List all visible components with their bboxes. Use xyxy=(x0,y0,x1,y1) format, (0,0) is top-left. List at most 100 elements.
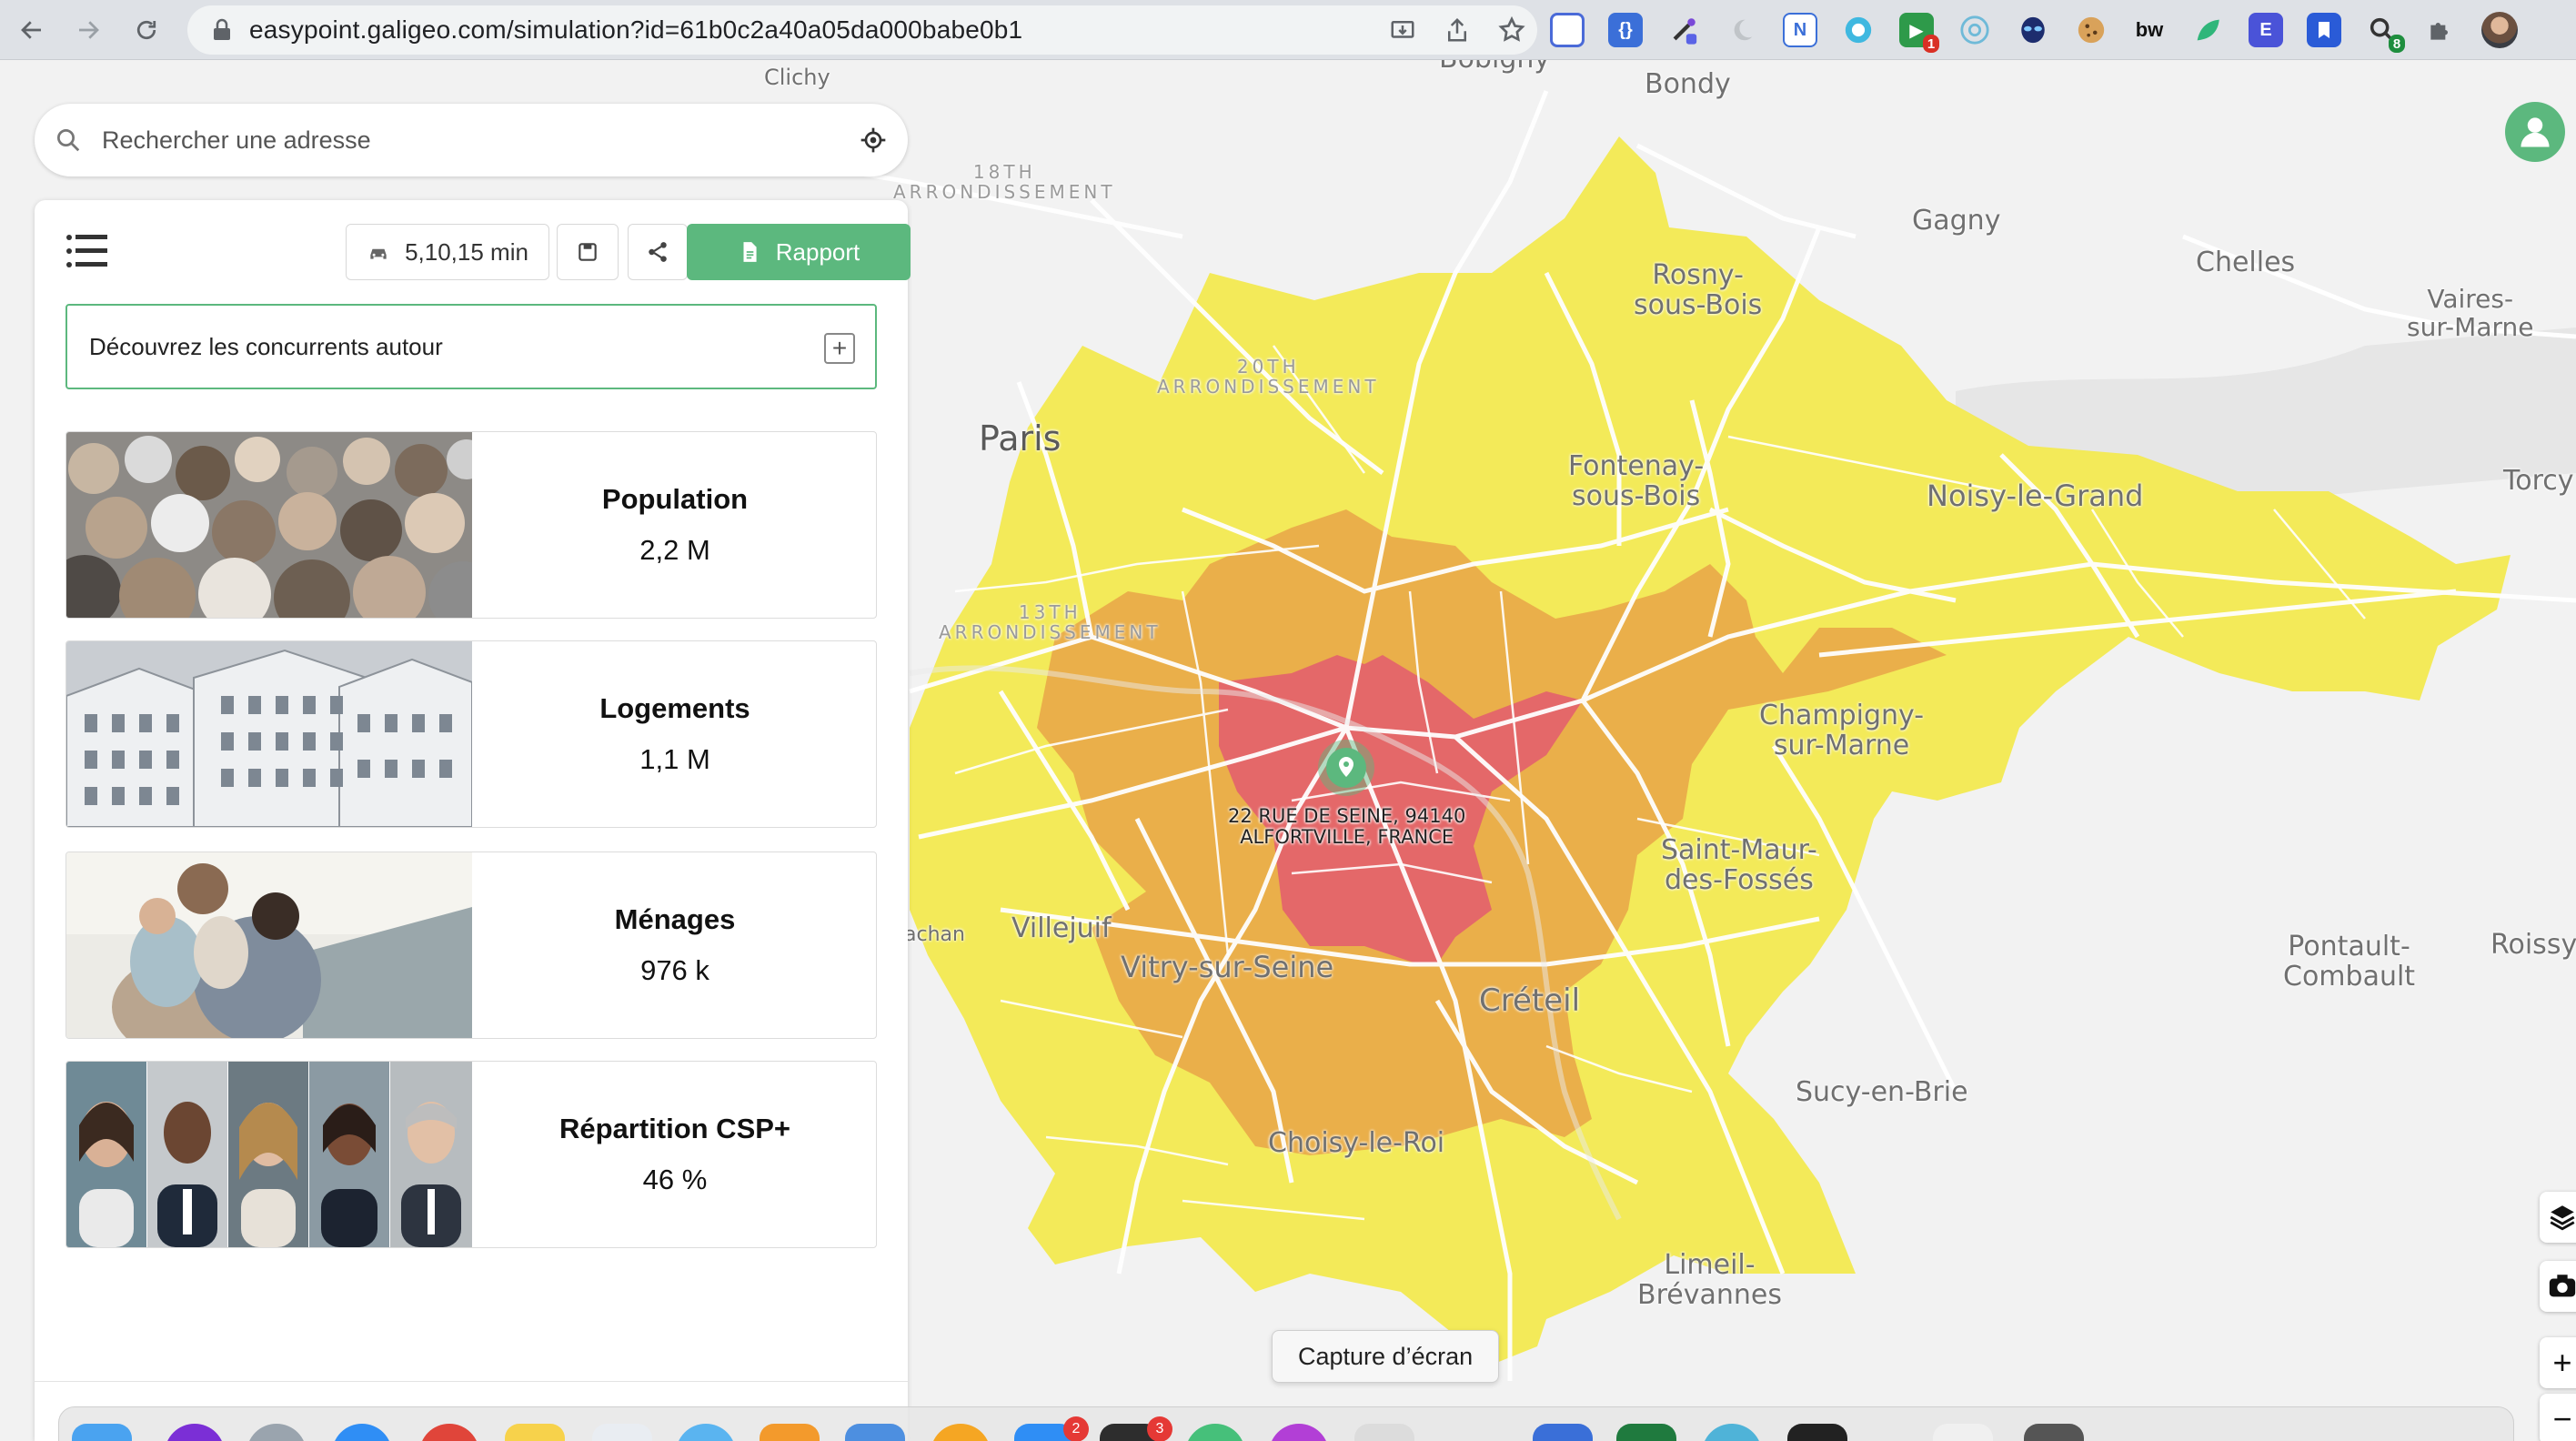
stat-card-csp[interactable]: Répartition CSP+ 46 % xyxy=(65,1061,877,1248)
search-icon xyxy=(57,129,80,152)
app-icon-gray[interactable] xyxy=(1354,1424,1414,1441)
arrow-right-icon xyxy=(79,21,99,39)
reload-button[interactable] xyxy=(126,9,167,51)
map-label-pontault: Pontault- Combault xyxy=(2283,931,2416,993)
share-button[interactable] xyxy=(628,224,688,280)
map-label-vaires: Vaires-sur-Marne xyxy=(2407,284,2534,342)
messages-icon[interactable] xyxy=(1185,1424,1245,1441)
map-label-choisy: Choisy-le-Roi xyxy=(1268,1127,1445,1159)
back-button[interactable] xyxy=(11,9,53,51)
moon-extension-icon[interactable] xyxy=(1725,13,1759,47)
sheets-extension-icon[interactable]: ▶ 1 xyxy=(1899,13,1939,53)
bookmark-star-icon[interactable] xyxy=(1497,15,1526,45)
map-address-label: 22 RUE DE SEINE, 94140 ALFORTVILLE, FRANC… xyxy=(1228,805,1466,849)
globe-extension-icon[interactable] xyxy=(1841,13,1876,47)
camera-icon xyxy=(2549,1275,2576,1297)
population-title: Population xyxy=(601,483,749,515)
notes-icon[interactable] xyxy=(505,1424,565,1441)
profile-avatar[interactable] xyxy=(2481,12,2518,48)
map-label-13th: 13TH ARRONDISSEMENT xyxy=(939,601,1162,643)
households-title: Ménages xyxy=(614,903,736,935)
save-button[interactable] xyxy=(557,224,619,280)
extension-badge: 8 xyxy=(2389,35,2405,53)
map-label-champigny: Champigny-sur-Marne xyxy=(1759,700,1925,761)
finder-icon[interactable] xyxy=(72,1424,132,1441)
csp-value: 46 % xyxy=(642,1164,708,1195)
camera-button[interactable] xyxy=(2540,1261,2576,1312)
chrome-icon[interactable] xyxy=(419,1424,479,1441)
excel-icon[interactable] xyxy=(1616,1424,1676,1441)
map-label-villejuif: Villejuif xyxy=(1011,912,1112,944)
install-app-icon[interactable] xyxy=(1388,15,1417,45)
screenshot-extension-icon[interactable] xyxy=(1550,13,1585,47)
population-value: 2,2 M xyxy=(639,534,710,566)
app-icon-blue[interactable] xyxy=(1533,1424,1593,1441)
map-label-bondy: Bondy xyxy=(1645,68,1731,100)
alien-extension-icon[interactable] xyxy=(2016,13,2050,47)
crowd-photo xyxy=(66,432,472,618)
panel-divider xyxy=(35,1381,908,1382)
competitors-panel[interactable]: Découvrez les concurrents autour + xyxy=(65,304,877,389)
app-icon-slate[interactable] xyxy=(2024,1424,2084,1441)
map-label-vitry: Vitry-sur-Seine xyxy=(1121,950,1334,984)
podcasts-icon[interactable] xyxy=(1269,1424,1329,1441)
portraits-photo xyxy=(66,1062,472,1247)
app-icon-teal[interactable] xyxy=(1702,1424,1762,1441)
share-page-icon[interactable] xyxy=(1443,15,1472,45)
preview-icon[interactable] xyxy=(845,1424,905,1441)
people-search-extension-icon[interactable]: 8 xyxy=(2365,13,2405,53)
leaf-extension-icon[interactable] xyxy=(2190,13,2225,47)
lotus-extension-icon[interactable] xyxy=(1957,13,1992,47)
housing-value: 1,1 M xyxy=(639,743,710,775)
map-label-rosny: Rosny-sous-Bois xyxy=(1634,259,1763,321)
app-icon-orange[interactable] xyxy=(931,1424,991,1441)
stat-card-population[interactable]: Population 2,2 M xyxy=(65,431,877,619)
travel-time-button[interactable]: 5,10,15 min xyxy=(346,224,549,280)
map-label-fontenay: Fontenay-sous-Bois xyxy=(1568,450,1705,512)
map-label-bobigny: Bobigny xyxy=(1439,60,1550,74)
user-account-button[interactable] xyxy=(2505,102,2565,162)
layers-button[interactable] xyxy=(2540,1192,2576,1243)
map-label-torcy: Torcy xyxy=(2503,465,2574,497)
stat-card-housing[interactable]: Logements 1,1 M xyxy=(65,640,877,828)
expand-plus-icon[interactable]: + xyxy=(824,333,855,364)
safari-icon[interactable] xyxy=(332,1424,392,1441)
map-label-saint-maur: Saint-Maur-des-Fossés xyxy=(1661,834,1817,896)
launchpad-icon[interactable] xyxy=(247,1424,307,1441)
map-label-clichy: Clichy xyxy=(764,65,830,90)
zoom-in-button[interactable]: + xyxy=(2540,1337,2576,1388)
search-input[interactable] xyxy=(102,126,848,155)
side-panel: 5,10,15 min Rapport Découvrez les concur… xyxy=(35,200,911,1441)
mail-icon[interactable] xyxy=(676,1424,736,1441)
document-icon[interactable] xyxy=(1933,1424,1993,1441)
stat-card-households[interactable]: Ménages 976 k xyxy=(65,852,877,1039)
code-extension-icon[interactable]: {} xyxy=(1608,13,1643,47)
tooltip: Capture d’écran xyxy=(1272,1330,1500,1383)
map-label-roissy: Roissy- xyxy=(2490,929,2576,961)
pages-icon[interactable] xyxy=(760,1424,820,1441)
bookmark-extension-icon[interactable] xyxy=(2307,13,2341,47)
map-label-18th: 18TH ARRONDISSEMENT xyxy=(893,161,1116,203)
app-icon-dark[interactable] xyxy=(1787,1424,1847,1441)
address-search[interactable] xyxy=(35,104,908,176)
cookie-extension-icon[interactable] xyxy=(2074,13,2108,47)
save-icon xyxy=(579,243,597,261)
csp-title: Répartition CSP+ xyxy=(558,1113,791,1144)
locate-me-icon[interactable] xyxy=(859,126,888,155)
location-marker[interactable] xyxy=(1318,740,1374,796)
households-value: 976 k xyxy=(640,954,709,986)
e-extension-icon[interactable]: E xyxy=(2249,13,2283,47)
reminders-icon[interactable] xyxy=(592,1424,652,1441)
notion-extension-icon[interactable]: N xyxy=(1783,13,1817,47)
report-button[interactable]: Rapport xyxy=(687,224,911,280)
zoom-out-button[interactable]: − xyxy=(2540,1394,2576,1441)
bw-extension-icon[interactable]: bw xyxy=(2132,13,2167,47)
list-menu-icon[interactable] xyxy=(65,233,109,269)
siri-icon[interactable] xyxy=(165,1424,225,1441)
puzzle-extensions-icon[interactable] xyxy=(2423,13,2458,47)
forward-button[interactable] xyxy=(67,9,109,51)
address-bar[interactable]: easypoint.galigeo.com/simulation?id=61b0… xyxy=(187,5,1537,55)
picker-extension-icon[interactable] xyxy=(1666,13,1701,47)
map-label-paris: Paris xyxy=(979,418,1062,458)
extensions-bar: {} N ▶ 1 bw E 8 xyxy=(1550,7,2518,53)
